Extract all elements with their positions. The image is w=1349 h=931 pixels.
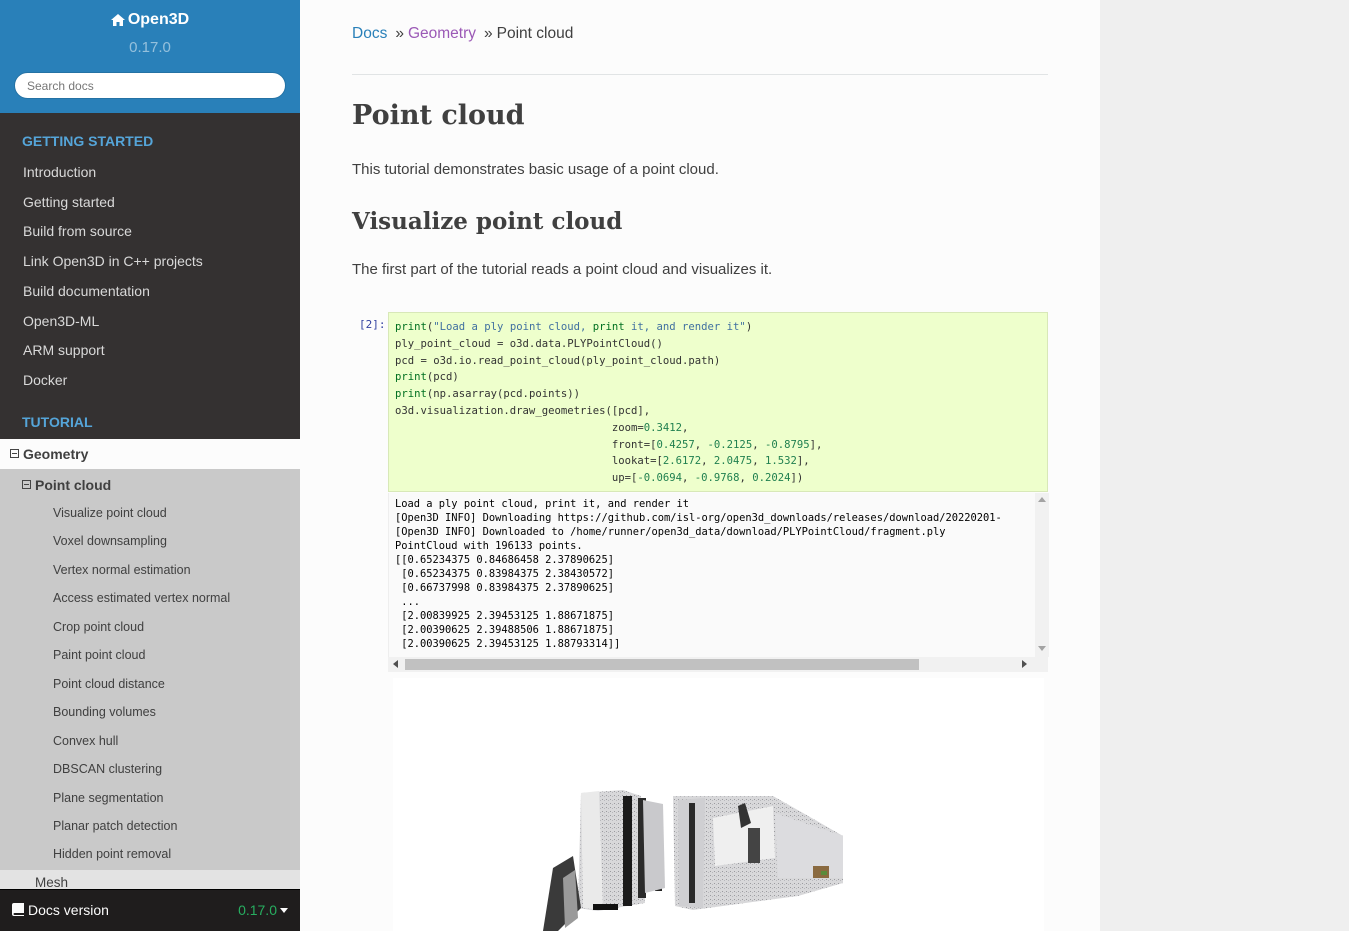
search-input[interactable] [14,72,286,99]
output-line: [Open3D INFO] Downloaded to /home/runner… [395,526,946,538]
breadcrumb-docs[interactable]: Docs [352,25,387,42]
point-cloud-render [393,678,1044,931]
collapse-icon[interactable] [22,480,31,489]
output-line: [Open3D INFO] Downloading https://github… [395,512,1002,524]
output-line: [2.00390625 2.39453125 1.88793314]] [395,638,621,650]
output-line: Load a ply point cloud, print it, and re… [395,498,690,510]
output-line: [[0.65234375 0.84686458 2.37890625] [395,554,614,566]
code-line: front=[0.4257, -0.2125, -0.8795], [395,438,823,451]
sidebar-header: Open3D 0.17.0 [0,0,300,113]
caption-tutorial: TUTORIAL [22,414,93,430]
sidebar-item-geometry[interactable]: Geometry [0,439,300,469]
breadcrumb-geometry[interactable]: Geometry [408,25,476,42]
vertical-scrollbar[interactable] [1035,493,1049,657]
project-home-link[interactable]: Open3D [0,11,300,29]
point-cloud-image [543,790,843,931]
cell-prompt: [2]: [359,318,386,331]
sidebar-item-link[interactable]: Introduction [23,164,96,180]
scroll-left-icon[interactable] [393,660,398,668]
code-line: zoom=0.3412, [395,421,689,434]
section-text: The first part of the tutorial reads a p… [352,261,773,278]
scrollbar-thumb[interactable] [405,659,919,670]
right-gutter [1100,0,1349,931]
code-line: print(pcd) [395,371,459,384]
book-icon [12,903,24,916]
output-line: [0.65234375 0.83984375 2.38430572] [395,568,614,580]
sidebar-item-link[interactable]: Build documentation [23,283,150,299]
code-line: up=[-0.0694, -0.9768, 0.2024]) [395,472,804,485]
caret-down-icon [280,908,288,913]
code-line: ply_point_cloud = o3d.data.PLYPointCloud… [395,337,663,350]
sidebar-subitem-link[interactable]: Convex hull [53,734,118,748]
sidebar-subitem-link[interactable]: DBSCAN clustering [53,762,162,776]
output-cell[interactable]: Load a ply point cloud, print it, and re… [388,493,1049,657]
output-line: [2.00390625 2.39488506 1.88671875] [395,624,614,636]
sidebar-item-link[interactable]: Open3D-ML [23,313,99,329]
caption-getting-started: GETTING STARTED [22,133,154,149]
project-name: Open3D [127,11,190,28]
sidebar-item-mesh[interactable]: Mesh [0,870,300,890]
docs-version-value: 0.17.0 [238,902,288,918]
sidebar-subitem-link[interactable]: Paint point cloud [53,648,145,662]
sidebar-subitem-link[interactable]: Visualize point cloud [53,506,167,520]
output-line: [0.66737998 0.83984375 2.37890625] [395,582,614,594]
main-content: Docs» Geometry» Point cloud Point cloud Th… [300,0,1100,931]
sidebar-item-point-cloud[interactable]: Point cloud [35,477,111,493]
code-line: lookat=[2.6172, 2.0475, 1.532], [395,455,810,468]
sidebar-item-link[interactable]: ARM support [23,342,105,358]
project-version: 0.17.0 [129,39,171,56]
home-icon [110,14,125,26]
divider [352,74,1048,75]
sidebar-item-link[interactable]: Getting started [23,194,115,210]
sidebar-subitem-link[interactable]: Point cloud distance [53,677,165,691]
section-title: Visualize point cloud [352,208,623,235]
sidebar-subitem-link[interactable]: Access estimated vertex normal [53,591,230,605]
intro-text: This tutorial demonstrates basic usage o… [352,161,719,178]
code-line: print(np.asarray(pcd.points)) [395,388,580,401]
sidebar-subitem-link[interactable]: Plane segmentation [53,791,164,805]
code-line: o3d.visualization.draw_geometries([pcd], [395,404,651,417]
docs-version-label: Docs version [12,902,109,918]
output-text: Load a ply point cloud, print it, and re… [389,493,1049,655]
breadcrumb-current: Point cloud [496,25,574,42]
code-line: pcd = o3d.io.read_point_cloud(ply_point_… [395,354,721,367]
sidebar-item-link[interactable]: Build from source [23,223,132,239]
scroll-up-icon[interactable] [1038,497,1046,502]
output-line: PointCloud with 196133 points. [395,540,583,552]
code-line: print("Load a ply point cloud, print it,… [395,321,753,333]
sidebar-subitem-link[interactable]: Crop point cloud [53,620,144,634]
scroll-right-icon[interactable] [1022,660,1027,668]
sidebar-subitem-link[interactable]: Bounding volumes [53,705,156,719]
page-title: Point cloud [352,100,525,131]
sidebar-subitem-link[interactable]: Vertex normal estimation [53,563,191,577]
sidebar-item-label: Mesh [35,875,69,890]
output-line: ... [395,596,421,608]
code-cell[interactable]: print("Load a ply point cloud, print it,… [388,312,1048,492]
docs-version-selector[interactable]: Docs version 0.17.0 [0,889,300,931]
geometry-submenu: Point cloud Visualize point cloud Voxel d… [0,469,300,889]
scroll-down-icon[interactable] [1038,646,1046,651]
sidebar-subitem-link[interactable]: Hidden point removal [53,847,171,861]
sidebar-item-label: Geometry [23,446,89,462]
sidebar: Open3D 0.17.0 GETTING STARTED Introducti… [0,0,300,931]
sidebar-subitem-link[interactable]: Planar patch detection [53,819,177,833]
sidebar-subitem-link[interactable]: Voxel downsampling [53,534,167,548]
collapse-icon[interactable] [10,449,19,458]
sidebar-item-link[interactable]: Link Open3D in C++ projects [23,253,203,269]
horizontal-scrollbar[interactable] [388,657,1048,672]
output-line: [2.00839925 2.39453125 1.88671875] [395,610,614,622]
breadcrumb: Docs» Geometry» Point cloud [352,25,574,42]
sidebar-item-link[interactable]: Docker [23,372,67,388]
